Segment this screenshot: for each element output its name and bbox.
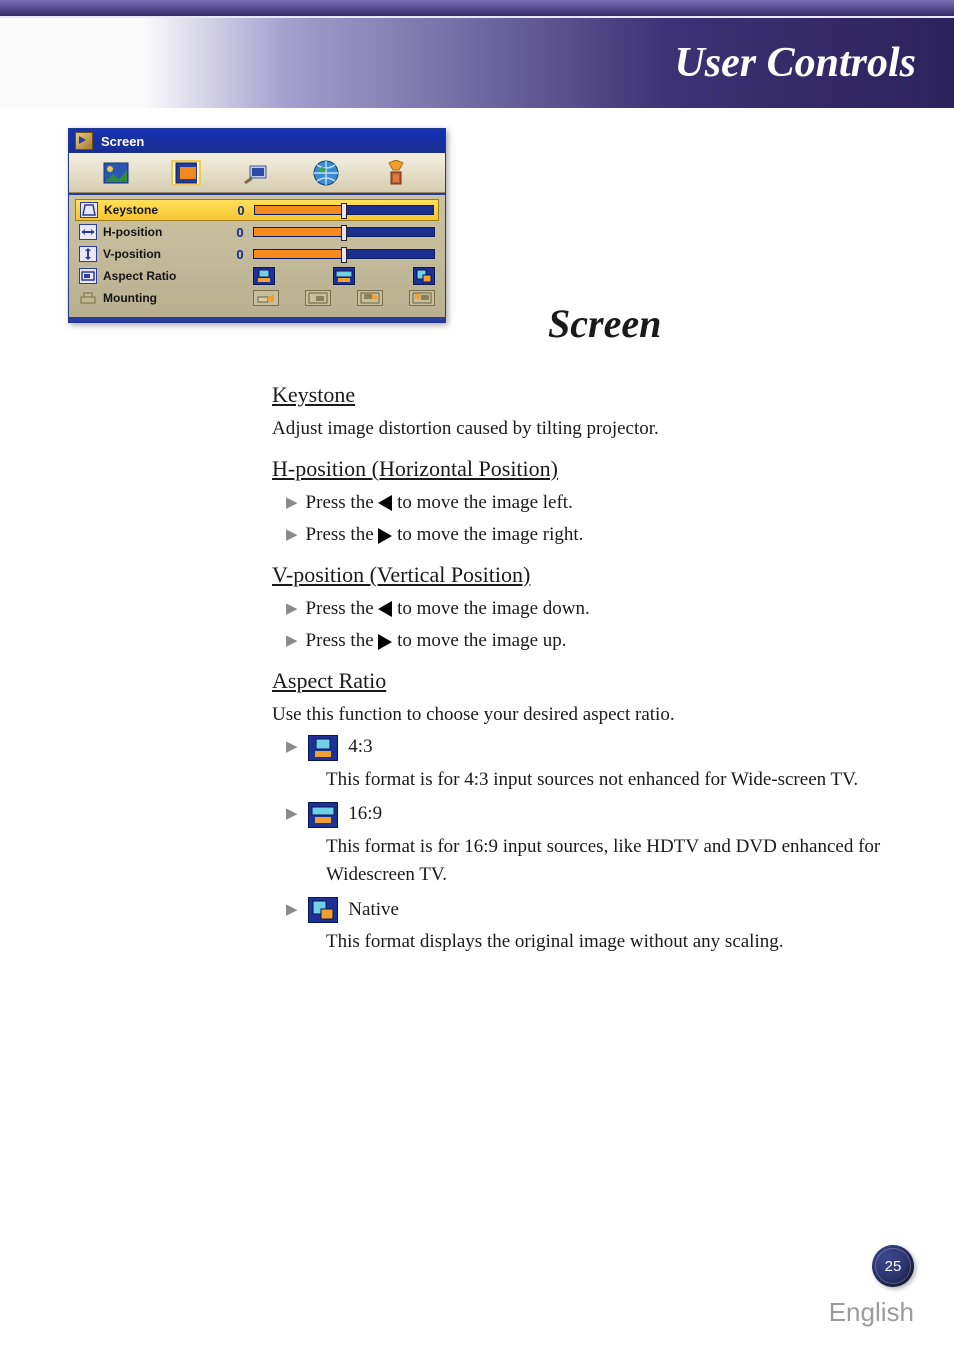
- osd-row-aspect-ratio[interactable]: Aspect Ratio: [75, 265, 439, 287]
- vposition-icon: [79, 246, 97, 262]
- osd-body: Keystone 0 H-position 0 V-position 0 Asp…: [69, 193, 445, 322]
- mount-ceiling-front-icon[interactable]: [357, 290, 383, 306]
- desc-aspect-169: This format is for 16:9 input sources, l…: [326, 833, 884, 890]
- osd-row-vposition[interactable]: V-position 0: [75, 243, 439, 265]
- osd-tab-bar: [69, 153, 445, 193]
- bullet-aspect-169: ▶ 16:9: [286, 800, 884, 829]
- desc-keystone: Adjust image distortion caused by tiltin…: [272, 415, 884, 444]
- slider[interactable]: [253, 227, 435, 237]
- bullet-chevron-icon: ▶: [286, 899, 298, 922]
- page-number-badge: 25: [872, 1245, 914, 1287]
- osd-label: Keystone: [104, 203, 234, 217]
- page-header-title: User Controls: [674, 39, 916, 87]
- bullet-vpos-down: ▶ Press the to move the image down.: [286, 595, 884, 624]
- keystone-icon: [80, 202, 98, 218]
- bullet-vpos-up: ▶ Press the to move the image up.: [286, 627, 884, 656]
- bullet-chevron-icon: ▶: [286, 598, 298, 621]
- subhead-vposition: V-position (Vertical Position): [254, 558, 884, 591]
- aspect-169-icon: [308, 802, 338, 828]
- bullet-chevron-icon: ▶: [286, 736, 298, 759]
- osd-value: 0: [233, 247, 247, 262]
- osd-screen-window: Screen Keystone 0: [68, 128, 446, 323]
- right-arrow-icon: [378, 634, 392, 650]
- left-arrow-icon: [378, 495, 392, 511]
- osd-title-text: Screen: [101, 134, 144, 149]
- top-accent-bar: [0, 0, 954, 16]
- osd-tab-lamp-icon[interactable]: [381, 160, 411, 186]
- mounting-options: [253, 290, 435, 306]
- osd-tab-image-icon[interactable]: [101, 160, 131, 186]
- desc-aspect: Use this function to choose your desired…: [272, 701, 884, 730]
- bullet-chevron-icon: ▶: [286, 492, 298, 515]
- right-arrow-icon: [378, 528, 392, 544]
- osd-row-mounting[interactable]: Mounting: [75, 287, 439, 309]
- left-arrow-icon: [378, 601, 392, 617]
- content-body: Keystone Adjust image distortion caused …: [254, 370, 884, 963]
- aspect-native-icon[interactable]: [413, 267, 435, 285]
- bullet-hpos-right: ▶ Press the to move the image right.: [286, 521, 884, 550]
- mount-ceiling-rear-icon[interactable]: [409, 290, 435, 306]
- subhead-keystone: Keystone: [254, 378, 884, 411]
- osd-tab-language-icon[interactable]: [311, 160, 341, 186]
- page-footer: 25 English: [0, 1245, 954, 1354]
- osd-label: Aspect Ratio: [103, 269, 233, 283]
- mount-rear-icon[interactable]: [305, 290, 331, 306]
- osd-row-keystone[interactable]: Keystone 0: [75, 199, 439, 221]
- subhead-hposition: H-position (Horizontal Position): [254, 452, 884, 485]
- aspect-43-label: 4:3: [348, 736, 372, 757]
- slider[interactable]: [254, 205, 434, 215]
- bullet-chevron-icon: ▶: [286, 524, 298, 547]
- aspect-ratio-icon: [79, 268, 97, 284]
- aspect-169-label: 16:9: [348, 803, 382, 824]
- aspect-43-icon: [308, 735, 338, 761]
- desc-aspect-43: This format is for 4:3 input sources not…: [326, 766, 884, 795]
- aspect-native-icon: [308, 897, 338, 923]
- aspect-options: [253, 267, 435, 285]
- osd-titlebar: Screen: [69, 129, 445, 153]
- bullet-chevron-icon: ▶: [286, 630, 298, 653]
- osd-titlebar-icon: [75, 132, 93, 150]
- aspect-43-icon[interactable]: [253, 267, 275, 285]
- bullet-aspect-native: ▶ Native: [286, 896, 884, 925]
- osd-label: Mounting: [103, 291, 233, 305]
- aspect-native-label: Native: [348, 899, 399, 920]
- osd-row-hposition[interactable]: H-position 0: [75, 221, 439, 243]
- bullet-hpos-left: ▶ Press the to move the image left.: [286, 489, 884, 518]
- bullet-aspect-43: ▶ 4:3: [286, 733, 884, 762]
- slider[interactable]: [253, 249, 435, 259]
- mounting-icon: [79, 290, 97, 306]
- aspect-169-icon[interactable]: [333, 267, 355, 285]
- osd-tab-setup-icon[interactable]: [241, 160, 271, 186]
- subhead-aspect-ratio: Aspect Ratio: [254, 664, 884, 697]
- language-label: English: [829, 1297, 914, 1328]
- mount-front-icon[interactable]: [253, 290, 279, 306]
- hposition-icon: [79, 224, 97, 240]
- osd-tab-screen-icon[interactable]: [171, 160, 201, 186]
- page-header: User Controls: [0, 16, 954, 108]
- osd-value: 0: [234, 203, 248, 218]
- bullet-chevron-icon: ▶: [286, 803, 298, 826]
- osd-label: V-position: [103, 247, 233, 261]
- desc-aspect-native: This format displays the original image …: [326, 928, 884, 957]
- osd-value: 0: [233, 225, 247, 240]
- section-heading-screen: Screen: [548, 300, 661, 347]
- osd-label: H-position: [103, 225, 233, 239]
